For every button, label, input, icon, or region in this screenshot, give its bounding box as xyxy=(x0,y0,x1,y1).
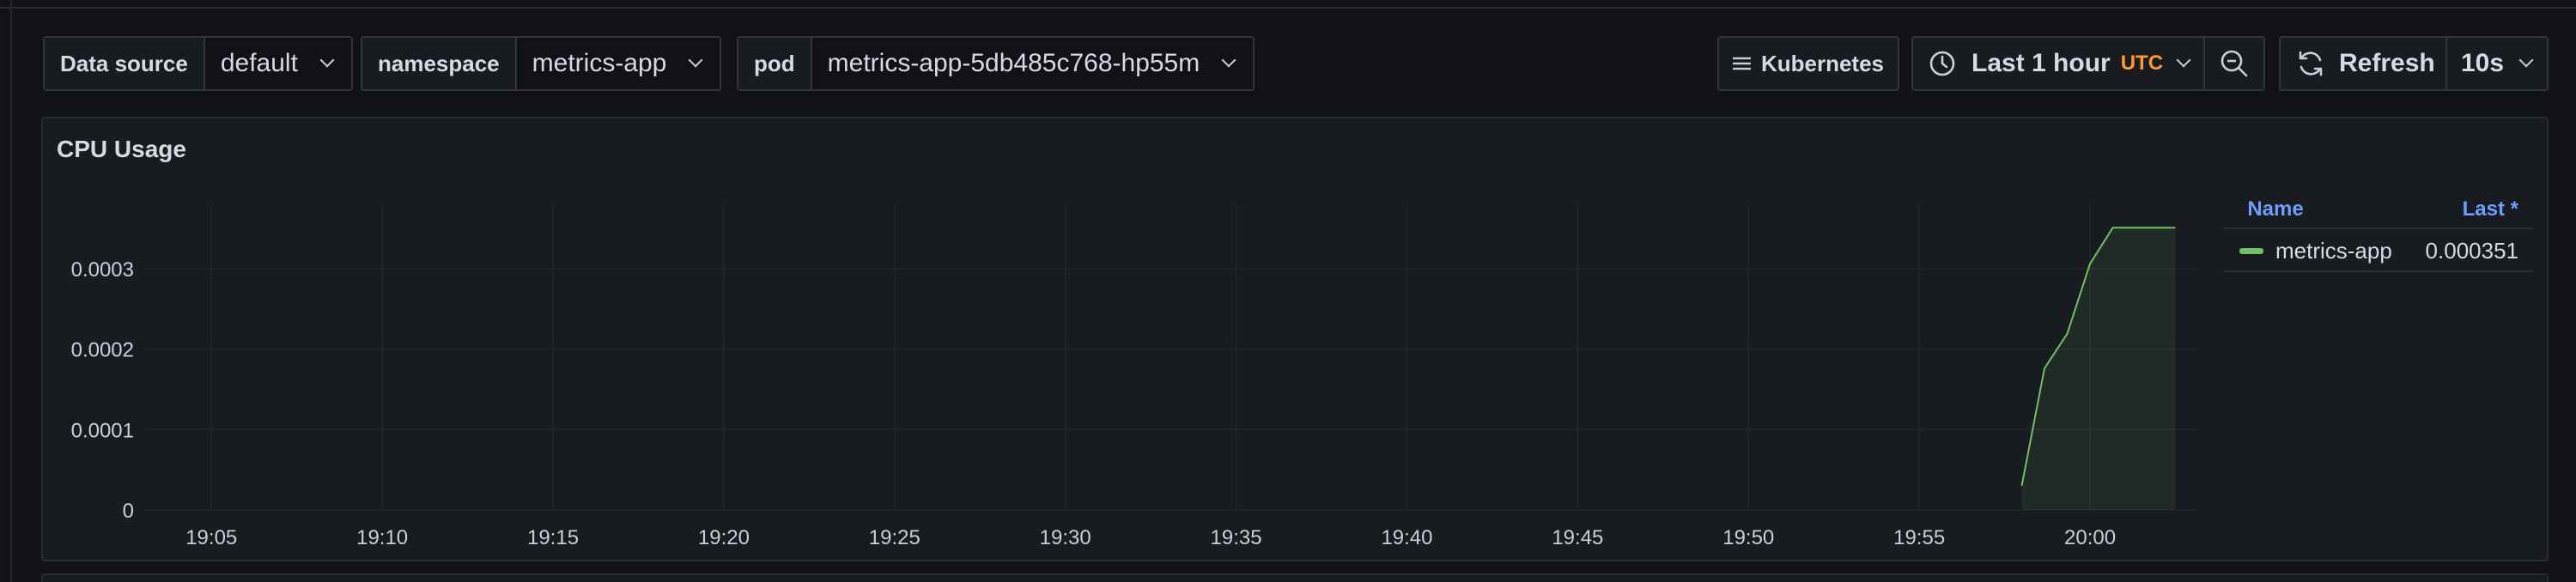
refresh-icon xyxy=(2299,51,2323,76)
datasource-value: default xyxy=(220,49,298,77)
bars-icon xyxy=(1733,57,1751,70)
kubernetes-dashboards-button[interactable]: Kubernetes xyxy=(1717,36,1899,91)
namespace-select[interactable]: metrics-app xyxy=(516,38,720,89)
datasource-select[interactable]: default xyxy=(204,38,351,89)
x-tick-label: 19:55 xyxy=(1893,526,1945,549)
legend-series-last: 0.000351 xyxy=(2426,238,2518,264)
pod-select[interactable]: metrics-app-5db485c768-hp55m xyxy=(811,38,1254,89)
next-panel-edge xyxy=(41,573,2549,582)
legend-series-color xyxy=(2239,248,2263,254)
chevron-down-icon xyxy=(2518,52,2534,68)
chevron-down-icon xyxy=(688,52,703,68)
y-tick-label: 0.0001 xyxy=(71,419,134,442)
kubernetes-label: Kubernetes xyxy=(1760,50,1884,76)
zoom-out-icon xyxy=(2221,50,2248,77)
x-tick-label: 20:00 xyxy=(2064,526,2116,549)
legend-name-header[interactable]: Name xyxy=(2247,197,2303,221)
left-border xyxy=(0,0,12,582)
variable-datasource: Data source default xyxy=(43,36,353,91)
variable-namespace-label: namespace xyxy=(362,38,517,89)
clock-icon xyxy=(1929,51,1955,76)
chevron-down-icon xyxy=(1221,52,1236,68)
x-tick-label: 19:35 xyxy=(1211,526,1262,549)
x-tick-label: 19:25 xyxy=(869,526,920,549)
refresh-interval-value: 10s xyxy=(2461,49,2505,77)
variable-pod: pod metrics-app-5db485c768-hp55m xyxy=(737,36,1255,91)
cpu-usage-chart: 19:05 19:10 19:15 19:20 19:25 19:30 19:35 19:40… xyxy=(71,197,2533,549)
x-tick-label: 19:45 xyxy=(1552,526,1603,549)
x-tick-label: 19:50 xyxy=(1722,526,1774,549)
time-range-group: Last 1 hour UTC xyxy=(1911,36,2265,91)
time-range-picker[interactable]: Last 1 hour UTC xyxy=(1913,38,2205,89)
x-tick-label: 19:05 xyxy=(185,526,237,549)
legend-series-name[interactable]: metrics-app xyxy=(2275,238,2392,264)
legend-last-header[interactable]: Last * xyxy=(2463,197,2519,221)
variable-pod-label: pod xyxy=(738,38,812,89)
refresh-button[interactable]: Refresh xyxy=(2281,38,2447,89)
chevron-down-icon xyxy=(2176,52,2191,68)
time-range-label: Last 1 hour xyxy=(1971,49,2111,77)
x-tick-label: 19:30 xyxy=(1040,526,1091,549)
x-tick-label: 19:40 xyxy=(1381,526,1432,549)
pod-value: metrics-app-5db485c768-hp55m xyxy=(827,49,1200,77)
timezone-badge: UTC xyxy=(2120,52,2164,75)
zoom-out-button[interactable] xyxy=(2205,38,2263,89)
chevron-down-icon xyxy=(319,52,335,68)
refresh-group: Refresh 10s xyxy=(2279,36,2549,91)
refresh-label: Refresh xyxy=(2339,49,2435,77)
x-tick-label: 19:10 xyxy=(356,526,408,549)
y-tick-label: 0.0002 xyxy=(71,339,134,362)
top-border xyxy=(0,0,2576,9)
cpu-usage-panel[interactable]: CPU Usage 19:05 19:10 19:15 19:20 19:25 19:30… xyxy=(41,117,2549,561)
x-tick-label: 19:15 xyxy=(527,526,579,549)
x-tick-label: 19:20 xyxy=(698,526,750,549)
variable-datasource-label: Data source xyxy=(45,38,205,89)
y-tick-label: 0 xyxy=(123,500,134,523)
refresh-interval-select[interactable]: 10s xyxy=(2447,38,2547,89)
variable-namespace: namespace metrics-app xyxy=(361,36,722,91)
namespace-value: metrics-app xyxy=(532,49,667,77)
y-tick-label: 0.0003 xyxy=(71,258,134,282)
